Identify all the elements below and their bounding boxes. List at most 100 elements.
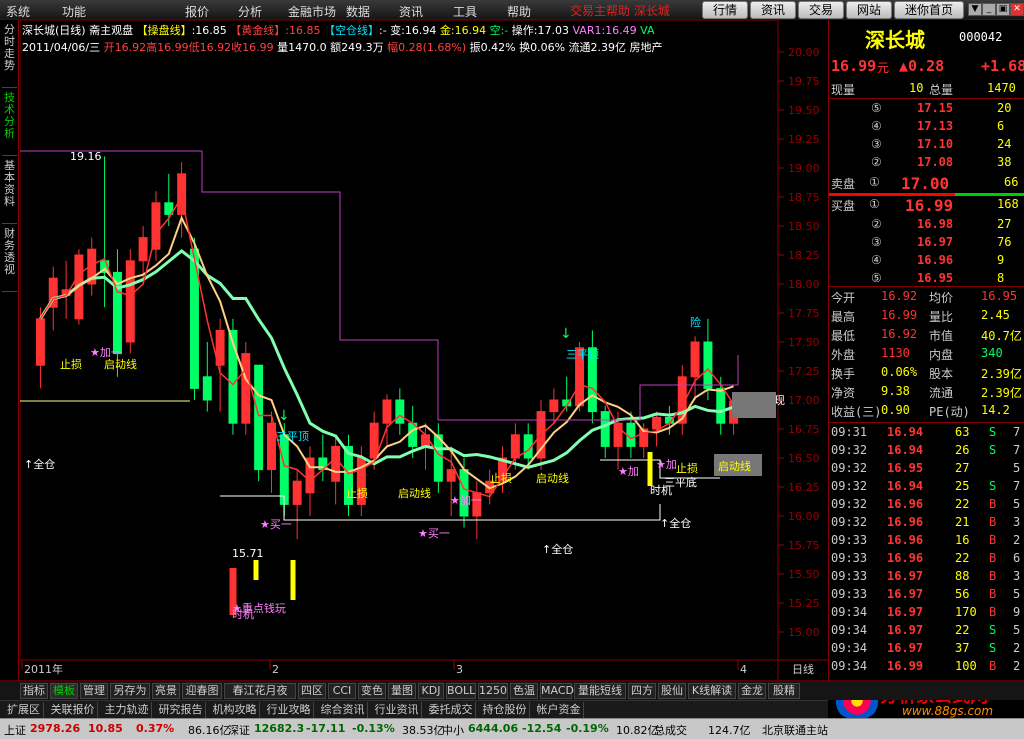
indicator-tab[interactable]: 亮景	[152, 683, 180, 699]
indicator-tab[interactable]: 模板	[50, 683, 78, 699]
buy-order-row: ③ 16.97 76	[829, 234, 1024, 252]
tick-volume: 37	[955, 641, 970, 655]
indicator-tab[interactable]: 另存为	[110, 683, 150, 699]
window-minimize-icon[interactable]: _	[982, 3, 996, 16]
zx-index-label: 中小	[442, 724, 464, 737]
indicator-tab[interactable]: 变色	[358, 683, 386, 699]
kline-chart-panel[interactable]: 20.00 19.75 19.50 19.25 19.00 18.75 18.50 18.25…	[20, 20, 828, 684]
y-tick-label: 18.00	[788, 278, 820, 291]
window-maximize-icon[interactable]: ▣	[996, 3, 1010, 16]
indicator-tab[interactable]: 色温	[510, 683, 538, 699]
start-line-label: 启动线	[104, 357, 137, 371]
indicator-caopan-value: :16.85	[191, 24, 227, 37]
indicator-tab[interactable]: 股仙	[658, 683, 686, 699]
sell-1-row: 卖盘 ① 17.00 66	[829, 174, 1024, 194]
tab-fundamentals[interactable]: 基本资料	[2, 160, 17, 224]
kline-chart[interactable]: 20.00 19.75 19.50 19.25 19.00 18.75 18.50 18.25…	[20, 20, 828, 684]
menu-quote[interactable]: 报价	[185, 3, 209, 20]
nav-news-button[interactable]: 资讯	[750, 1, 796, 19]
window-close-icon[interactable]: ✕	[1010, 3, 1024, 16]
indicator-tab[interactable]: 迎春图	[182, 683, 222, 699]
stat-row: 最低 16.92 市值 40.7亿	[829, 326, 1024, 344]
extension-tab[interactable]: 帐户资金	[534, 702, 584, 718]
tab-technical[interactable]: 技术分析	[2, 92, 17, 156]
indicator-tab[interactable]: 指标	[20, 683, 48, 699]
nav-website-button[interactable]: 网站	[846, 1, 892, 19]
candle-body	[241, 353, 251, 424]
menu-help[interactable]: 帮助	[507, 3, 531, 20]
tick-side: S	[989, 443, 997, 457]
menu-analysis[interactable]: 分析	[238, 3, 262, 20]
indicator-tab[interactable]: 春江花月夜	[224, 683, 296, 699]
order-volume: 8	[997, 271, 1005, 285]
menu-system[interactable]: 系统	[6, 3, 30, 20]
indicator-tab[interactable]: 金龙	[738, 683, 766, 699]
menu-tools[interactable]: 工具	[453, 3, 477, 20]
order-volume: 38	[997, 155, 1012, 169]
stat-value: 40.7亿	[981, 329, 1022, 343]
nav-mini-home-button[interactable]: 迷你首页	[894, 1, 964, 19]
quote-change-pct: +1.68	[981, 57, 1024, 75]
indicator-tab[interactable]: 四方	[628, 683, 656, 699]
nav-trade-button[interactable]: 交易	[798, 1, 844, 19]
menu-data[interactable]: 数据	[346, 3, 370, 20]
tick-time: 09:34	[831, 659, 868, 673]
indicator-tab[interactable]: 1250	[478, 683, 508, 699]
y-tick-label: 15.00	[788, 626, 820, 639]
extension-tab[interactable]: 主力轨迹	[102, 702, 152, 718]
extension-tab[interactable]: 行业攻略	[264, 702, 314, 718]
indicator-tab[interactable]: 量图	[388, 683, 416, 699]
indicator-tab[interactable]: 四区	[298, 683, 326, 699]
extension-tab[interactable]: 委托成交	[426, 702, 476, 718]
tick-count: 9	[1013, 605, 1021, 619]
tick-side: S	[989, 479, 997, 493]
menu-market[interactable]: 金融市场	[288, 3, 336, 20]
tick-row: 09:33 16.96 16 B 2	[829, 532, 1024, 550]
order-price: 16.97	[917, 235, 954, 249]
y-tick-label: 18.25	[788, 249, 820, 262]
indicator-tab[interactable]: MACD	[540, 683, 574, 699]
menu-function[interactable]: 功能	[62, 3, 86, 20]
extension-tab[interactable]: 机构攻略	[210, 702, 260, 718]
tick-side: B	[989, 587, 997, 601]
tick-time: 09:33	[831, 551, 868, 565]
extension-tab[interactable]: 持仓股份	[480, 702, 530, 718]
indicator-tab[interactable]: K线解读	[688, 683, 736, 699]
indicator-kongcang-value: :-	[379, 24, 387, 37]
order-volume: 6	[997, 119, 1005, 133]
indicator-tab[interactable]: 股精	[768, 683, 800, 699]
window-dropdown-icon[interactable]: ▼	[968, 3, 982, 16]
candle-body	[421, 434, 430, 447]
indicator-tab[interactable]: BOLL	[446, 683, 476, 699]
stat-value: 0.90	[881, 403, 910, 417]
ohlc-range: 幅0.28(1.68%)	[387, 41, 467, 54]
extension-tab[interactable]: 关联报价	[48, 702, 98, 718]
tick-count: 5	[1013, 587, 1021, 601]
left-vertical-tabs: 分时走势 技术分析 基本资料 财务透视	[0, 20, 19, 680]
nav-market-button[interactable]: 行情	[702, 1, 748, 19]
sh-index-change: 10.85	[88, 722, 123, 735]
tick-side: S	[989, 623, 997, 637]
candle-body	[703, 341, 713, 389]
extension-tab[interactable]: 扩展区	[4, 702, 44, 718]
indicator-tab[interactable]: CCI	[328, 683, 356, 699]
broker-server[interactable]: 北京联通主站	[762, 722, 828, 738]
tab-intraday[interactable]: 分时走势	[2, 24, 17, 88]
tab-financials[interactable]: 财务透视	[2, 228, 17, 292]
indicator-tab[interactable]: 管理	[80, 683, 108, 699]
candle-body	[266, 422, 276, 471]
extension-tab[interactable]: 行业资讯	[372, 702, 422, 718]
indicator-va: VA	[640, 24, 655, 37]
indicator-tab[interactable]: KDJ	[418, 683, 444, 699]
stat-value: 0.06%	[881, 365, 918, 379]
extension-tab[interactable]: 综合资讯	[318, 702, 368, 718]
candle-body	[459, 469, 469, 517]
candle-body	[600, 411, 610, 447]
divider	[829, 286, 1024, 287]
stat-label: 净资	[831, 386, 856, 400]
brand-url: www.88gs.com	[902, 704, 994, 718]
menu-news[interactable]: 资讯	[399, 3, 423, 20]
indicator-tab[interactable]: 量能短线	[574, 683, 626, 699]
down-arrow-icon: ↓	[278, 408, 290, 424]
extension-tab[interactable]: 研究报告	[156, 702, 206, 718]
